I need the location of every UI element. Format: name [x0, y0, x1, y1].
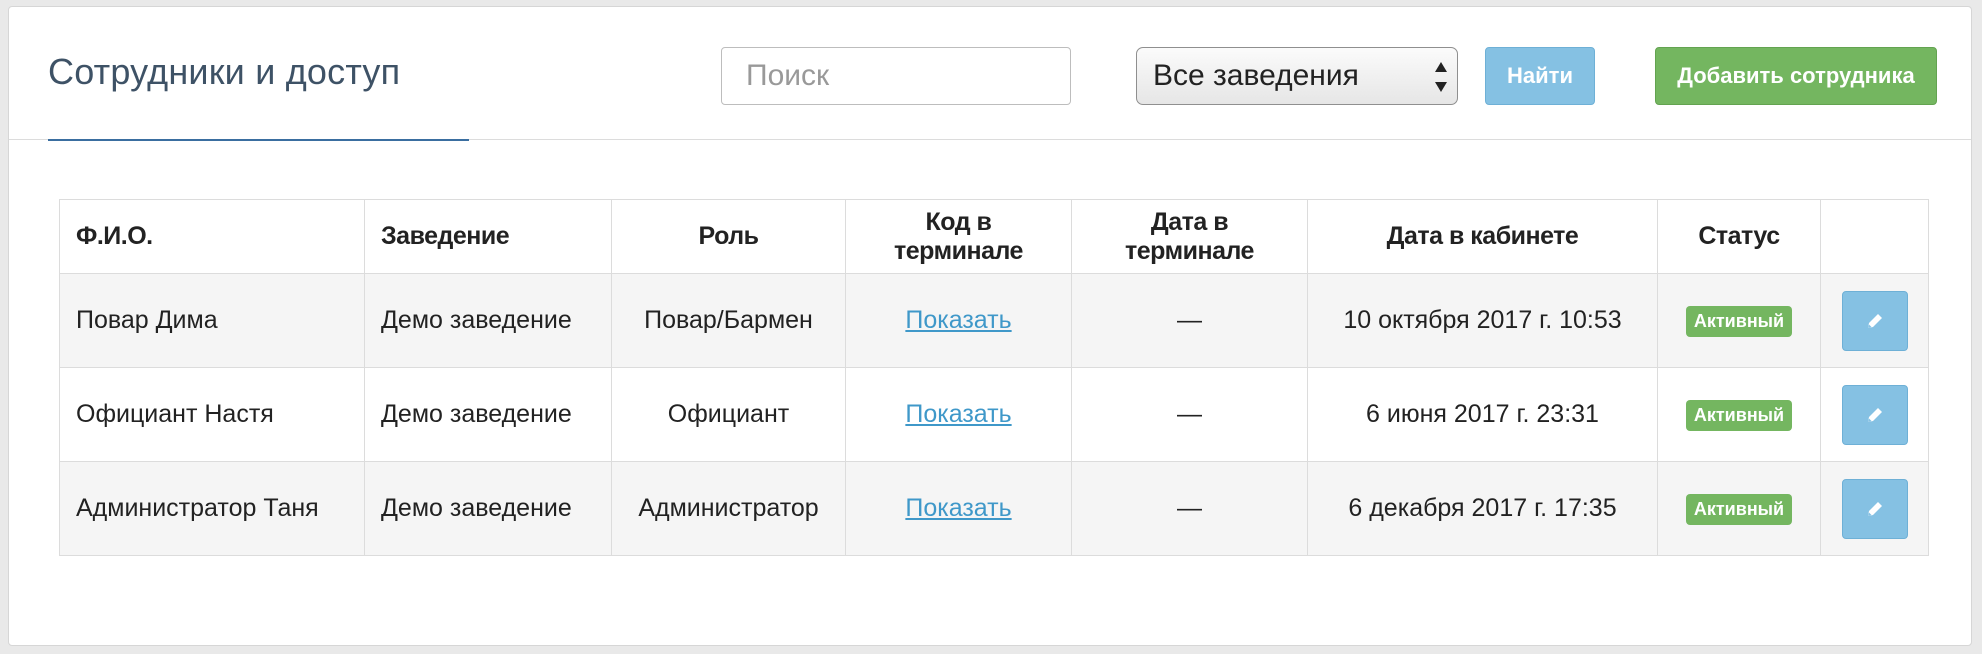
terminal-date: — — [1071, 461, 1308, 556]
cabinet-date: 6 декабря 2017 г. 17:35 — [1307, 461, 1658, 556]
table-header-row: Ф.И.О. Заведение Роль Код в терминале Да… — [59, 199, 1929, 274]
column-header-status: Статус — [1657, 199, 1821, 274]
terminal-code-cell: Показать — [845, 461, 1072, 556]
status-cell: Активный — [1657, 461, 1821, 556]
column-header-terminal-code: Код в терминале — [845, 199, 1072, 274]
find-button[interactable]: Найти — [1485, 47, 1595, 105]
employee-venue: Демо заведение — [364, 367, 612, 462]
employee-venue: Демо заведение — [364, 461, 612, 556]
page-title: Сотрудники и доступ — [48, 51, 401, 92]
add-employee-button[interactable]: Добавить сотрудника — [1655, 47, 1937, 105]
column-header-actions — [1820, 199, 1929, 274]
edit-button[interactable] — [1841, 290, 1908, 351]
status-cell: Активный — [1657, 273, 1821, 368]
terminal-code-cell: Показать — [845, 273, 1072, 368]
employee-role: Повар/Бармен — [611, 273, 846, 368]
search-input[interactable] — [721, 47, 1071, 105]
status-badge: Активный — [1685, 399, 1793, 431]
column-header-terminal-date: Дата в терминале — [1071, 199, 1308, 274]
actions-cell — [1820, 461, 1929, 556]
status-cell: Активный — [1657, 367, 1821, 462]
terminal-date: — — [1071, 273, 1308, 368]
employees-panel: Сотрудники и доступ Все заведения Найти … — [8, 6, 1972, 646]
select-arrows-icon — [1435, 62, 1447, 92]
employee-name: Повар Дима — [59, 273, 365, 368]
column-header-role: Роль — [611, 199, 846, 274]
employee-role: Официант — [611, 367, 846, 462]
column-header-cabinet-date: Дата в кабинете — [1307, 199, 1658, 274]
column-header-name: Ф.И.О. — [59, 199, 365, 274]
employee-name: Официант Настя — [59, 367, 365, 462]
terminal-code-cell: Показать — [845, 367, 1072, 462]
show-code-link[interactable]: Показать — [905, 494, 1011, 522]
edit-button[interactable] — [1841, 478, 1908, 539]
pencil-icon — [1867, 407, 1882, 422]
cabinet-date: 6 июня 2017 г. 23:31 — [1307, 367, 1658, 462]
venue-select[interactable]: Все заведения — [1136, 47, 1458, 105]
table-row: Повар Дима Демо заведение Повар/Бармен П… — [59, 273, 1929, 368]
status-badge: Активный — [1685, 493, 1793, 525]
column-header-venue: Заведение — [364, 199, 612, 274]
status-badge: Активный — [1685, 305, 1793, 337]
table-row: Администратор Таня Демо заведение Админи… — [59, 461, 1929, 556]
terminal-date: — — [1071, 367, 1308, 462]
show-code-link[interactable]: Показать — [905, 306, 1011, 334]
pencil-icon — [1867, 501, 1882, 516]
actions-cell — [1820, 273, 1929, 368]
employee-name: Администратор Таня — [59, 461, 365, 556]
employees-table: Ф.И.О. Заведение Роль Код в терминале Да… — [59, 199, 1929, 556]
show-code-link[interactable]: Показать — [905, 400, 1011, 428]
venue-select-value: Все заведения — [1153, 59, 1359, 92]
employee-venue: Демо заведение — [364, 273, 612, 368]
edit-button[interactable] — [1841, 384, 1908, 445]
pencil-icon — [1867, 313, 1882, 328]
table-row: Официант Настя Демо заведение Официант П… — [59, 367, 1929, 462]
panel-header: Сотрудники и доступ Все заведения Найти … — [9, 7, 1971, 140]
employee-role: Администратор — [611, 461, 846, 556]
cabinet-date: 10 октября 2017 г. 10:53 — [1307, 273, 1658, 368]
actions-cell — [1820, 367, 1929, 462]
title-underline — [48, 139, 469, 141]
